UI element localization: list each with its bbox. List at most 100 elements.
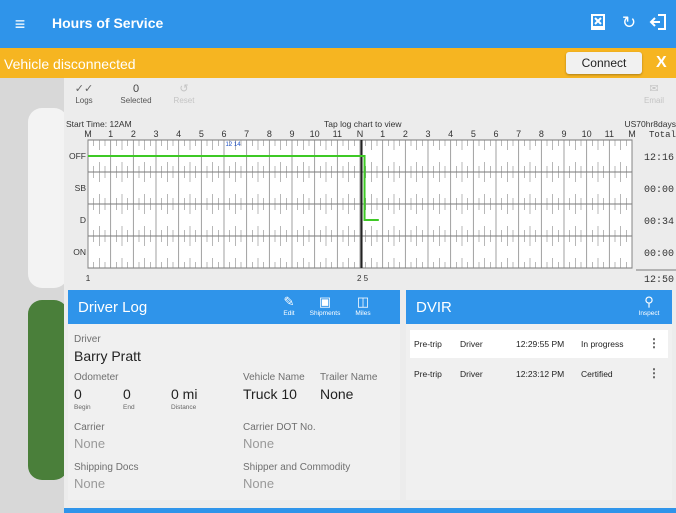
search-icon: ⚲ [644, 294, 654, 309]
background-card [28, 108, 68, 288]
logs-button[interactable]: ✓✓ Logs [64, 82, 104, 105]
odometer-begin: 0 [74, 386, 82, 402]
driver-label: Driver [74, 334, 101, 345]
hour-label: 7 [244, 129, 249, 139]
shipments-button[interactable]: ▣ Shipments [308, 294, 342, 317]
driver-name: Barry Pratt [74, 348, 141, 364]
carrier-dot-label: Carrier DOT No. [243, 422, 316, 433]
end-label: End [123, 404, 135, 411]
dvir-type: Pre-trip [414, 369, 442, 379]
distance-label: Distance [171, 404, 197, 411]
hour-label: 11 [333, 129, 342, 139]
dvir-role: Driver [460, 369, 483, 379]
more-options-icon[interactable]: ⋮ [648, 336, 660, 350]
hour-label: 2 [403, 129, 408, 139]
edit-label: Edit [283, 310, 295, 317]
hour-label: 1 [380, 129, 385, 139]
banner-message: Vehicle disconnected [4, 56, 136, 72]
driver-log-header: Driver Log ✎ Edit ▣ Shipments ◫ Miles [68, 290, 400, 324]
reset-label: Reset [173, 96, 195, 105]
shipper-value: None [243, 476, 275, 491]
dvir-header: DVIR ⚲ Inspect [406, 290, 672, 324]
row-label: OFF [69, 151, 86, 161]
hour-label: 6 [493, 129, 498, 139]
connect-button[interactable]: Connect [566, 52, 642, 74]
vehicle-name-label: Vehicle Name [243, 372, 305, 383]
inspect-button[interactable]: ⚲ Inspect [632, 294, 666, 317]
email-icon: ✉ [649, 83, 659, 95]
hour-label: 5 [471, 129, 476, 139]
odometer-distance: 0 mi [171, 386, 198, 402]
selected-label: Selected [120, 96, 152, 105]
pencil-icon: ✎ [283, 294, 295, 309]
shipping-docs-value: None [74, 476, 106, 491]
selected-counter: 0 Selected [116, 82, 156, 105]
row-total: 12:16 [644, 153, 674, 164]
trailer-name-label: Trailer Name [320, 372, 378, 383]
event-marker-label: 12 14 [226, 142, 242, 148]
shipments-label: Shipments [309, 310, 341, 317]
dvir-row[interactable]: Pre-trip Driver 12:23:12 PM Certified ⋮ [410, 360, 668, 388]
refresh-icon[interactable]: ↻ [619, 13, 639, 33]
email-button[interactable]: ✉ Email [634, 82, 674, 105]
hour-label: M [84, 129, 92, 139]
shipper-label: Shipper and Commodity [243, 462, 351, 473]
hour-label: 5 [199, 129, 204, 139]
row-label: SB [75, 183, 87, 193]
hour-label: N [357, 129, 364, 139]
driver-log-title: Driver Log [78, 299, 148, 316]
carrier-value: None [74, 436, 106, 451]
logs-label: Logs [75, 96, 93, 105]
grand-total: 12:50 [644, 275, 674, 286]
dvir-type: Pre-trip [414, 339, 442, 349]
hour-label: 9 [289, 129, 294, 139]
log-chart[interactable]: M 1 2 3 4 5 6 7 8 9 10 11 N 1 2 3 4 5 6 7 8 9 10 11 M Total OFF 12:… [64, 128, 676, 286]
menu-icon[interactable]: ≡ [10, 14, 30, 34]
begin-label: Begin [74, 404, 91, 411]
odometer-end: 0 [123, 386, 131, 402]
hour-label: 10 [310, 129, 320, 139]
hour-label: 1 [108, 129, 113, 139]
current-time-label: 2 5 [357, 274, 369, 283]
page-title: Hours of Service [52, 15, 164, 31]
logout-icon[interactable] [648, 13, 668, 33]
hour-label: 7 [516, 129, 521, 139]
box-icon: ▣ [318, 294, 332, 309]
shipping-docs-label: Shipping Docs [74, 462, 139, 473]
logs-panel: ✓✓ Logs 0 Selected ↺ Reset ✉ Email Start… [64, 78, 676, 513]
email-label: Email [643, 96, 664, 105]
more-options-icon[interactable]: ⋮ [648, 366, 660, 380]
odometer-label: Odometer [74, 372, 119, 383]
dvir-row[interactable]: Pre-trip Driver 12:29:55 PM In progress … [410, 330, 668, 358]
hour-label: 3 [425, 129, 430, 139]
app: ≡ Hours of Service ↻ Vehicle disconnecte… [0, 0, 676, 513]
row-total: 00:00 [644, 185, 674, 196]
hour-label: 8 [267, 129, 272, 139]
hour-label: 9 [561, 129, 566, 139]
vehicle-name: Truck 10 [243, 386, 297, 402]
selected-count: 0 [132, 83, 140, 95]
hour-label: 8 [539, 129, 544, 139]
close-banner-button[interactable]: X [656, 54, 667, 72]
row-total: 00:34 [644, 217, 674, 228]
dvir-time: 12:29:55 PM [516, 339, 565, 349]
hour-label: 6 [221, 129, 226, 139]
row-label: ON [73, 247, 86, 257]
vehicle-inspect-icon[interactable] [588, 13, 608, 33]
top-app-bar: ≡ Hours of Service ↻ [0, 0, 676, 48]
dvir-status: In progress [581, 339, 624, 349]
undo-icon: ↺ [179, 83, 189, 95]
total-header: Total [649, 130, 676, 140]
hour-label: 2 [131, 129, 136, 139]
edit-button[interactable]: ✎ Edit [272, 294, 306, 317]
reset-button[interactable]: ↺ Reset [164, 82, 204, 105]
miles-button[interactable]: ◫ Miles [346, 294, 380, 317]
row-label: D [80, 215, 86, 225]
inspect-label: Inspect [638, 310, 660, 317]
hour-label: M [628, 129, 636, 139]
dvir-role: Driver [460, 339, 483, 349]
day-start-label: 1 [86, 273, 91, 283]
dvir-time: 12:23:12 PM [516, 369, 565, 379]
hour-label: 11 [605, 129, 614, 139]
dvir-card: DVIR ⚲ Inspect Pre-trip Driver 12:29:55 … [406, 290, 672, 500]
